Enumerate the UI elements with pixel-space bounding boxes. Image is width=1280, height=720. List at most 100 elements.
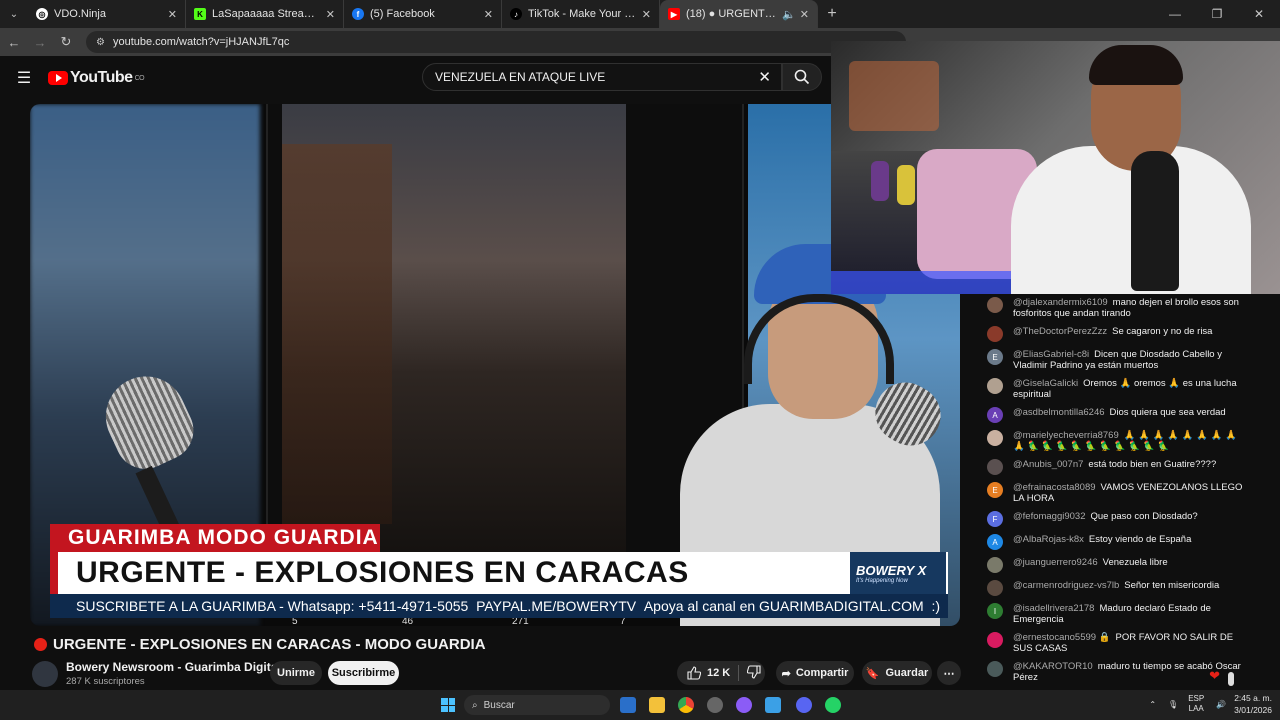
video-player[interactable]: 5 46 271 7 GUARIMBA MODO GUARDIA URGENTE… (30, 104, 960, 626)
minimize-icon[interactable]: — (1154, 0, 1196, 28)
chat-scrollbar[interactable] (1228, 672, 1234, 686)
close-tab-icon[interactable]: ✕ (484, 8, 493, 21)
tab-search-button[interactable]: ⌄ (0, 0, 28, 28)
chat-text: está todo bien en Guatire???? (1088, 459, 1217, 470)
speaker-icon[interactable]: 🔈 (782, 8, 796, 21)
youtube-logo[interactable]: YouTube CO (48, 69, 145, 87)
heart-reaction-icon[interactable]: ❤ (1209, 668, 1220, 684)
clock[interactable]: 2:45 a. m. 3/01/2026 (1234, 692, 1272, 716)
chat-avatar[interactable]: A (987, 407, 1003, 423)
ticker-mid: PAYPAL.ME/BOWERYTV (476, 598, 637, 614)
volume-icon[interactable]: 🔊 (1216, 700, 1226, 709)
close-tab-icon[interactable]: ✕ (168, 8, 177, 21)
chat-message: @Anubis_007n7 está todo bien en Guatire??… (973, 456, 1280, 479)
chat-author[interactable]: @ernestocano5599 🔒 (1013, 632, 1111, 643)
close-tab-icon[interactable]: ✕ (642, 8, 651, 21)
chat-author[interactable]: @AlbaRojas-k8x (1013, 534, 1084, 545)
share-button[interactable]: ➦ Compartir (776, 661, 854, 685)
search-button[interactable] (782, 63, 822, 91)
browser-tab[interactable]: K LaSapaaaaa Stream - Watch Liv ✕ (186, 0, 344, 28)
windows-start-icon[interactable] (441, 698, 455, 712)
chat-avatar[interactable]: E (987, 349, 1003, 365)
tab-title: (5) Facebook (370, 8, 435, 20)
chat-avatar[interactable] (987, 632, 1003, 648)
forward-arrow-icon[interactable]: → (28, 35, 52, 50)
chat-author[interactable]: @asdbelmontilla6246 (1013, 407, 1105, 418)
chat-author[interactable]: @fefomaggi9032 (1013, 511, 1086, 522)
notepad-icon[interactable] (765, 697, 781, 713)
like-button[interactable]: 12 K (687, 666, 730, 680)
dislike-button[interactable] (747, 664, 761, 682)
streamer-hair (1089, 45, 1183, 85)
bowery-logo: BOWERY X It's Happening Now (850, 552, 946, 594)
chat-author[interactable]: @djalexandermix6109 (1013, 297, 1108, 308)
obs-icon[interactable] (707, 697, 723, 713)
live-dot-icon (34, 638, 47, 651)
chat-author[interactable]: @marielyecheverria8769 (1013, 430, 1119, 441)
back-arrow-icon[interactable]: ← (2, 35, 26, 50)
reload-icon[interactable]: ↻ (54, 34, 78, 50)
discord-icon[interactable] (796, 697, 812, 713)
new-tab-button[interactable]: + (818, 5, 846, 23)
chat-text: Señor ten misericordia (1124, 580, 1220, 591)
tab-title: VDO.Ninja (54, 8, 106, 20)
file-explorer-icon[interactable] (649, 697, 665, 713)
chat-author[interactable]: @isadellrivera2178 (1013, 603, 1094, 614)
chat-author[interactable]: @TheDoctorPerezZzz (1013, 326, 1107, 337)
chat-message: @juanguerrero9246 Venezuela libre (973, 554, 1280, 577)
whatsapp-icon[interactable] (825, 697, 841, 713)
ticker-left: SUSCRIBETE A LA GUARIMBA - Whatsapp: +54… (76, 598, 469, 614)
chat-message: E @EliasGabriel-c8i Dicen que Diosdado Cab… (973, 346, 1280, 375)
site-info-icon[interactable]: ⚙ (96, 37, 105, 48)
chat-avatar[interactable] (987, 557, 1003, 573)
chat-message: @TheDoctorPerezZzz Se cagaron y no de ris… (973, 323, 1280, 346)
chat-message: I @isadellrivera2178 Maduro declaró Estado… (973, 600, 1280, 629)
chrome-icon[interactable] (678, 697, 694, 713)
close-window-icon[interactable]: ✕ (1238, 0, 1280, 28)
chat-avatar[interactable]: F (987, 511, 1003, 527)
chat-avatar[interactable]: A (987, 534, 1003, 550)
tray-chevron-icon[interactable]: ⌃ (1149, 700, 1156, 709)
chat-avatar[interactable]: I (987, 603, 1003, 619)
browser-tab[interactable]: ♪ TikTok - Make Your Day ✕ (502, 0, 660, 28)
address-bar[interactable]: ⚙ youtube.com/watch?v=jHJANJfL7qc (86, 31, 906, 53)
chat-author[interactable]: @juanguerrero9246 (1013, 557, 1098, 568)
close-tab-icon[interactable]: ✕ (800, 8, 809, 21)
browser-tab[interactable]: ◎ VDO.Ninja ✕ (28, 0, 186, 28)
chat-avatar[interactable] (987, 378, 1003, 394)
chat-avatar[interactable] (987, 580, 1003, 596)
app-icon[interactable] (736, 697, 752, 713)
chat-message: @ernestocano5599 🔒 POR FAVOR NO SALIR DE … (973, 629, 1280, 658)
menu-icon[interactable]: ☰ (0, 68, 48, 88)
mic-tray-icon[interactable]: 🎙 (1168, 700, 1178, 709)
chat-avatar[interactable] (987, 459, 1003, 475)
save-button[interactable]: 🔖 Guardar (862, 661, 932, 685)
chat-author[interactable]: @KAKAROTOR10 (1013, 661, 1093, 672)
close-tab-icon[interactable]: ✕ (326, 8, 335, 21)
taskbar-search[interactable]: ⌕ Buscar (464, 695, 610, 715)
browser-tab[interactable]: f (5) Facebook ✕ (344, 0, 502, 28)
chat-author[interactable]: @EliasGabriel-c8i (1013, 349, 1089, 360)
chat-avatar[interactable] (987, 326, 1003, 342)
browser-tab-active[interactable]: ▶ (18) ● URGENTE - EXPLOS 🔈 ✕ (660, 0, 818, 28)
language-indicator[interactable]: ESP LAA (1188, 694, 1204, 714)
windows-taskbar: ⌕ Buscar ⌃ 🎙 ESP LAA 🔊 2:45 a. m. 3/01/2… (0, 690, 1280, 720)
join-button[interactable]: Unirme (270, 661, 322, 685)
chat-author[interactable]: @carmenrodriguez-vs7lb (1013, 580, 1119, 591)
chat-avatar[interactable] (987, 297, 1003, 313)
neon-light (831, 271, 1011, 294)
chat-author[interactable]: @efrainacosta8089 (1013, 482, 1096, 493)
chat-avatar[interactable] (987, 430, 1003, 446)
search-input[interactable]: VENEZUELA EN ATAQUE LIVE ✕ (422, 63, 782, 91)
channel-name[interactable]: Bowery Newsroom - Guarimba Digital (66, 660, 294, 674)
chat-author[interactable]: @GiselaGalicki (1013, 378, 1078, 389)
chat-author[interactable]: @Anubis_007n7 (1013, 459, 1083, 470)
channel-avatar[interactable] (32, 660, 58, 687)
clear-search-icon[interactable]: ✕ (758, 68, 771, 86)
chat-avatar[interactable]: E (987, 482, 1003, 498)
maximize-icon[interactable]: ❐ (1196, 0, 1238, 28)
subscribe-button[interactable]: Suscribirme (328, 661, 399, 685)
task-view-icon[interactable] (620, 697, 636, 713)
more-actions-button[interactable]: ⋯ (937, 661, 961, 685)
chat-avatar[interactable] (987, 661, 1003, 677)
